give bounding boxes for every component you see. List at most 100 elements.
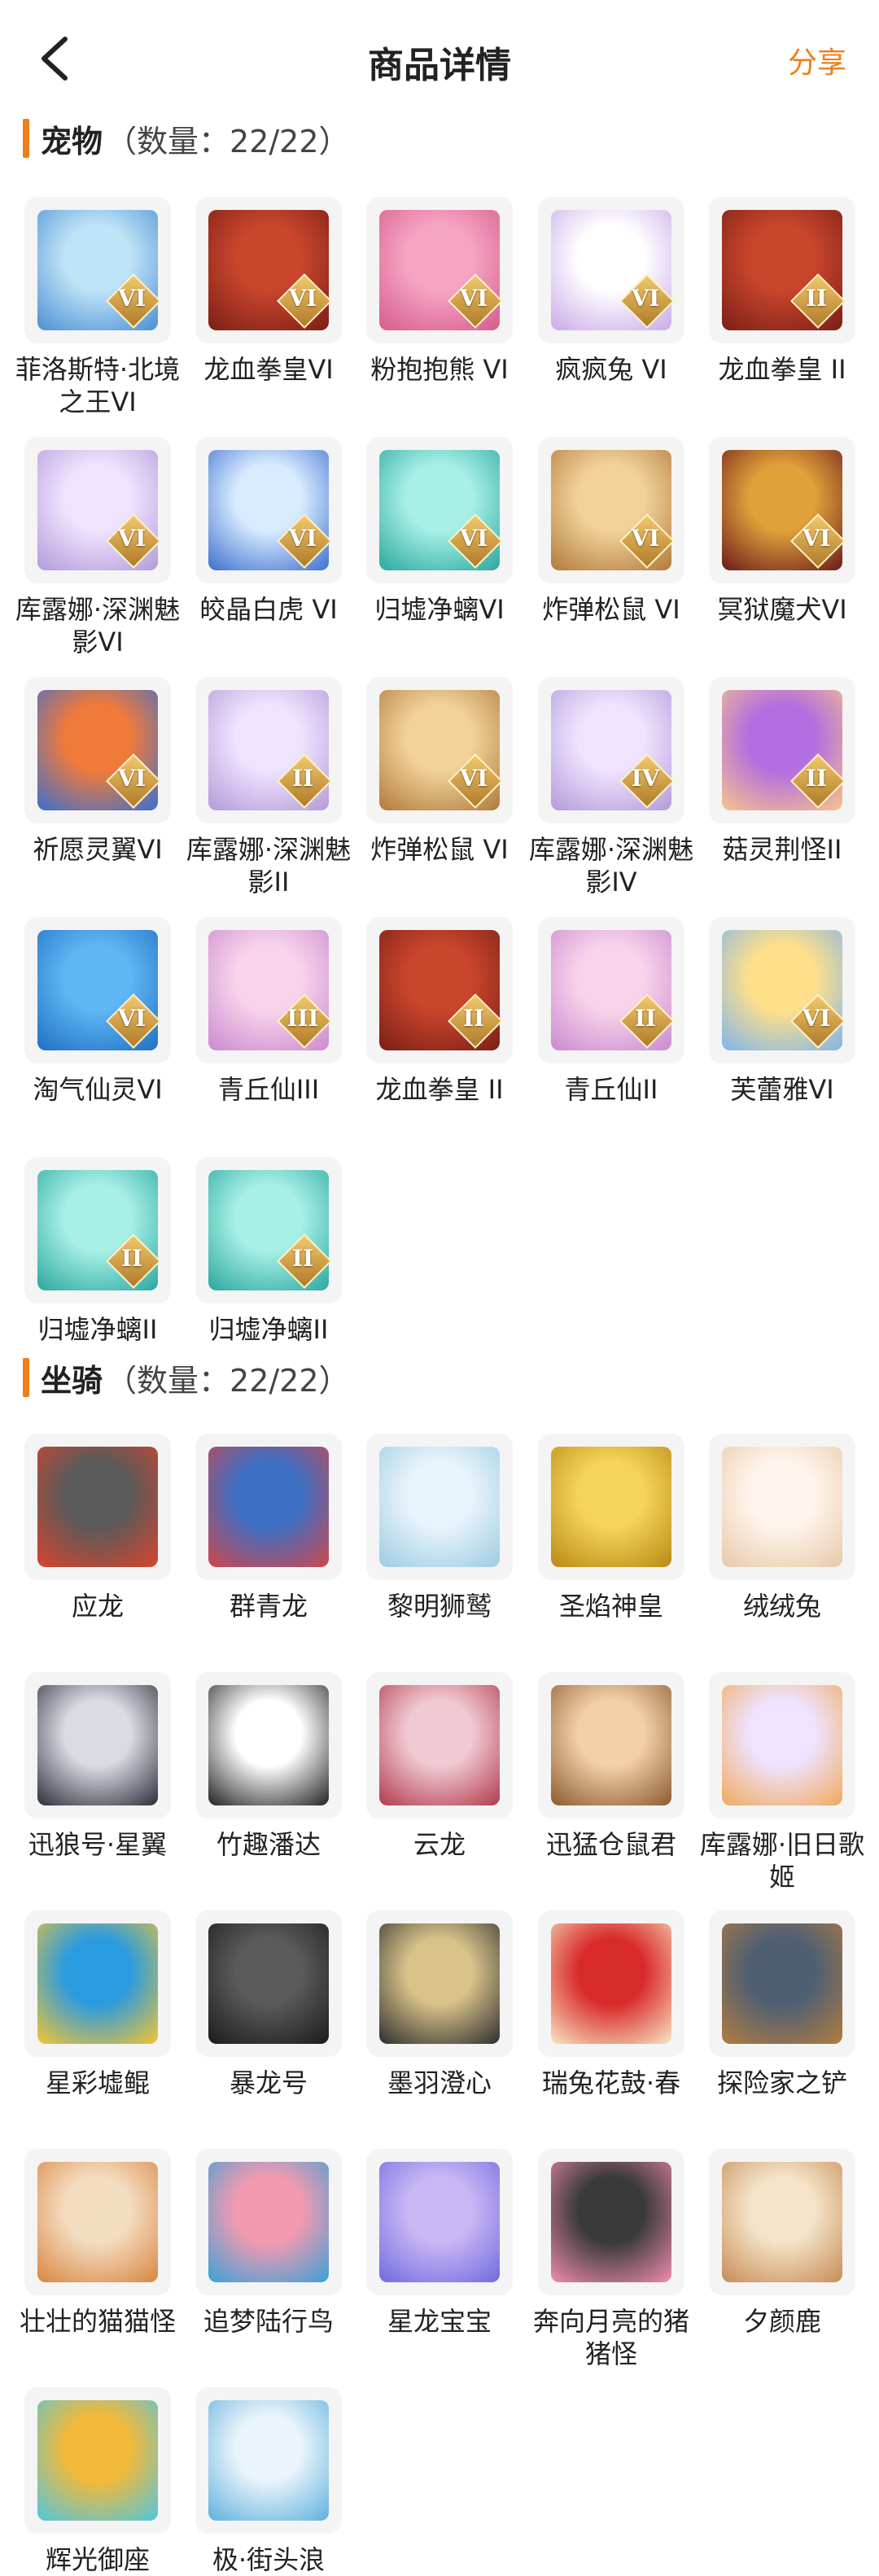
item-thumbnail (709, 1672, 855, 1818)
shovel-icon (722, 1923, 842, 2044)
pets-item[interactable]: VI 库露娜·深渊魅影VI (15, 437, 180, 658)
mounts-item[interactable]: 星龙宝宝 (365, 2149, 514, 2338)
pets-item[interactable]: II 菇灵荆怪II (707, 677, 857, 866)
pets-count: （数量：22/22） (106, 123, 350, 159)
mounts-item[interactable]: 辉光御座 (23, 2387, 173, 2576)
pets-item[interactable]: III 青丘仙III (194, 917, 343, 1106)
rank-badge-icon: VI (448, 513, 503, 569)
rank-badge-icon: VI (106, 753, 161, 809)
item-name: 库露娜·深渊魅影VI (15, 594, 181, 657)
item-name: 归墟净螭VI (374, 594, 505, 625)
mounts-item[interactable]: 迅猛仓鼠君 (536, 1672, 686, 1861)
mounts-item[interactable]: 壮壮的猫猫怪 (20, 2149, 176, 2338)
mounts-item[interactable]: 应龙 (23, 1434, 173, 1622)
mounts-item[interactable]: 星彩墟鲲 (23, 1910, 173, 2099)
item-name: 青丘仙III (217, 1074, 320, 1105)
mounts-item[interactable]: 暴龙号 (194, 1910, 343, 2099)
pets-item[interactable]: VI 炸弹松鼠 VI (365, 677, 514, 866)
pets-item[interactable]: II 归墟净螭II (23, 1157, 173, 1346)
mounts-item[interactable]: 云龙 (365, 1672, 514, 1861)
rank-badge-icon: II (277, 1233, 332, 1289)
item-name: 库露娜·深渊魅影II (186, 834, 352, 897)
item-thumbnail: VI (366, 437, 513, 583)
rank-badge-icon: II (448, 993, 503, 1049)
mounts-item[interactable]: 瑞兔花鼓·春 (536, 1910, 686, 2099)
pets-item[interactable]: VI 淘气仙灵VI (23, 917, 173, 1106)
mounts-item[interactable]: 黎明狮鹫 (365, 1434, 514, 1622)
item-thumbnail: VI (538, 197, 684, 343)
item-name: 壮壮的猫猫怪 (19, 2306, 176, 2337)
pets-section-title: 宠物 (41, 123, 103, 159)
kuluna-singer-icon (722, 1685, 842, 1805)
rank-badge-icon: VI (448, 273, 503, 329)
item-name: 库露娜·旧日歌姬 (699, 1829, 865, 1893)
item-name: 应龙 (71, 1591, 124, 1622)
mounts-item[interactable]: 迅狼号·星翼 (23, 1672, 173, 1861)
mounts-item[interactable]: 竹趣潘达 (194, 1672, 343, 1861)
pets-item[interactable]: II 龙血拳皇 II (365, 917, 514, 1106)
pets-item[interactable]: VI 疯疯兔 VI (536, 197, 686, 386)
pets-item[interactable]: VI 冥狱魔犬VI (707, 437, 857, 626)
pets-item[interactable]: II 青丘仙II (536, 917, 686, 1106)
item-name: 炸弹松鼠 VI (542, 594, 680, 625)
mounts-item[interactable]: 圣焰神皇 (536, 1434, 686, 1622)
mounts-item[interactable]: 极·街头浪 (194, 2387, 343, 2576)
item-thumbnail: VI (24, 437, 171, 583)
pets-item[interactable]: VI 芙蕾雅VI (707, 917, 857, 1106)
item-thumbnail (24, 1910, 171, 2057)
item-thumbnail: II (24, 1157, 171, 1303)
mounts-item[interactable]: 绒绒兔 (707, 1434, 857, 1622)
pets-item[interactable]: VI 祈愿灵翼VI (23, 677, 173, 866)
item-thumbnail (195, 1434, 342, 1580)
pets-item[interactable]: VI 粉抱抱熊 VI (365, 197, 514, 386)
ying-dragon-icon (37, 1447, 158, 1567)
pets-item[interactable]: VI 菲洛斯特·北境之王VI (15, 197, 180, 418)
item-name: 夕颜鹿 (742, 2306, 821, 2337)
pets-item[interactable]: VI 皎晶白虎 VI (194, 437, 343, 626)
mounts-item[interactable]: 奔向月亮的猪猪怪 (533, 2149, 689, 2370)
section-accent-bar (23, 119, 29, 158)
mounts-item[interactable]: 库露娜·旧日歌姬 (700, 1672, 864, 1893)
item-thumbnail: VI (709, 917, 855, 1063)
pets-item[interactable]: II 库露娜·深渊魅影II (186, 677, 351, 898)
mounts-item[interactable]: 探险家之铲 (707, 1910, 857, 2099)
item-name: 探险家之铲 (716, 2067, 847, 2098)
hamster-icon (551, 1685, 671, 1805)
pets-item[interactable]: VI 炸弹松鼠 VI (536, 437, 686, 626)
share-button[interactable]: 分享 (788, 39, 846, 81)
item-name: 极·街头浪 (212, 2544, 326, 2575)
mounts-item[interactable]: 追梦陆行鸟 (194, 2149, 343, 2338)
item-name: 归墟净螭II (37, 1314, 158, 1345)
item-thumbnail (538, 1434, 684, 1580)
mounts-item[interactable]: 墨羽澄心 (365, 1910, 514, 2099)
item-name: 皎晶白虎 VI (199, 594, 338, 625)
rank-badge-icon: II (277, 753, 332, 809)
item-name: 龙血拳皇VI (203, 354, 334, 385)
pets-item[interactable]: II 归墟净螭II (194, 1157, 343, 1346)
rank-badge-icon: VI (277, 273, 332, 329)
fluffy-rabbit-icon (722, 1447, 842, 1567)
item-thumbnail: VI (366, 197, 513, 343)
mounts-item[interactable]: 群青龙 (194, 1434, 343, 1622)
pets-item[interactable]: VI 龙血拳皇VI (194, 197, 343, 386)
rank-badge-icon: II (790, 273, 846, 329)
item-name: 菲洛斯特·北境之王VI (15, 354, 181, 417)
item-name: 菇灵荆怪II (722, 834, 842, 865)
item-name: 群青龙 (229, 1591, 308, 1622)
rank-badge-icon: VI (619, 273, 675, 329)
item-thumbnail (195, 2387, 342, 2534)
pets-item[interactable]: VI 归墟净螭VI (365, 437, 514, 626)
cloud-dragon-icon (379, 1685, 500, 1805)
item-thumbnail: II (709, 197, 855, 343)
item-thumbnail: VI (538, 437, 684, 583)
rank-badge-icon: IV (619, 753, 675, 809)
item-thumbnail: III (195, 917, 342, 1063)
pets-item[interactable]: II 龙血拳皇 II (707, 197, 857, 386)
item-name: 追梦陆行鸟 (203, 2306, 334, 2337)
item-name: 瑞兔花鼓·春 (541, 2067, 681, 2098)
pets-item[interactable]: IV 库露娜·深渊魅影IV (529, 677, 693, 898)
top-bar: 商品详情 分享 (0, 0, 879, 114)
item-name: 疯疯兔 VI (555, 354, 667, 385)
mounts-item[interactable]: 夕颜鹿 (707, 2149, 857, 2338)
rank-badge-icon: VI (448, 753, 503, 809)
